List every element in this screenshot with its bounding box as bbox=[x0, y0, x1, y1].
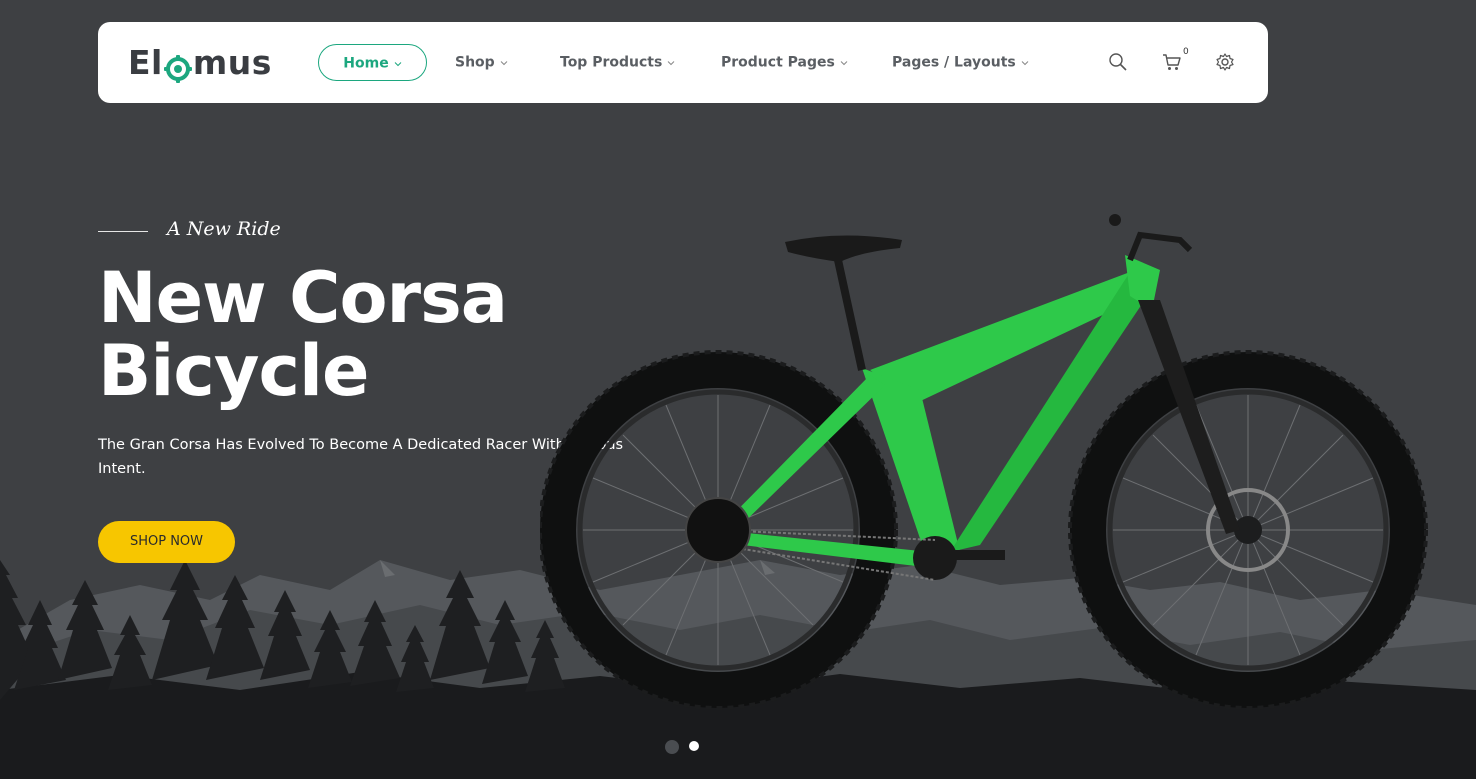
header-bar: El mus Home Shop Top Products Product Pa… bbox=[98, 22, 1268, 103]
chevron-down-icon bbox=[394, 45, 402, 82]
nav-product-pages[interactable]: Product Pages bbox=[721, 44, 848, 81]
shop-now-button[interactable]: SHOP NOW bbox=[98, 521, 235, 563]
nav-home[interactable]: Home bbox=[318, 44, 427, 81]
nav-product-pages-label: Product Pages bbox=[721, 54, 835, 71]
bicycle-image bbox=[540, 214, 1428, 710]
nav-home-label: Home bbox=[343, 55, 389, 72]
hero-eyebrow: A New Ride bbox=[167, 218, 281, 240]
nav-pages-layouts[interactable]: Pages / Layouts bbox=[892, 44, 1029, 81]
nav-top-products-label: Top Products bbox=[560, 54, 663, 71]
site-logo[interactable]: El mus bbox=[128, 41, 272, 85]
nav-shop[interactable]: Shop bbox=[455, 44, 508, 81]
logo-text-right: mus bbox=[192, 43, 272, 82]
chevron-down-icon bbox=[1021, 44, 1029, 81]
chevron-down-icon bbox=[500, 44, 508, 81]
slider-dot-1[interactable] bbox=[665, 740, 679, 754]
chevron-down-icon bbox=[667, 44, 675, 81]
cart-count-badge: 0 bbox=[1183, 47, 1189, 57]
cart-icon[interactable] bbox=[1162, 52, 1182, 72]
gear-ring-icon bbox=[163, 50, 192, 83]
nav-top-products[interactable]: Top Products bbox=[560, 44, 675, 81]
eyebrow-divider bbox=[98, 231, 148, 232]
chevron-down-icon bbox=[840, 44, 848, 81]
nav-shop-label: Shop bbox=[455, 54, 495, 71]
front-wheel bbox=[1068, 350, 1428, 710]
slider-dot-2[interactable] bbox=[689, 741, 699, 751]
hero-slider: El mus Home Shop Top Products Product Pa… bbox=[0, 0, 1476, 779]
logo-text-left: El bbox=[128, 43, 163, 82]
search-icon[interactable] bbox=[1108, 52, 1128, 72]
gear-icon[interactable] bbox=[1215, 52, 1235, 72]
nav-pages-layouts-label: Pages / Layouts bbox=[892, 54, 1016, 71]
